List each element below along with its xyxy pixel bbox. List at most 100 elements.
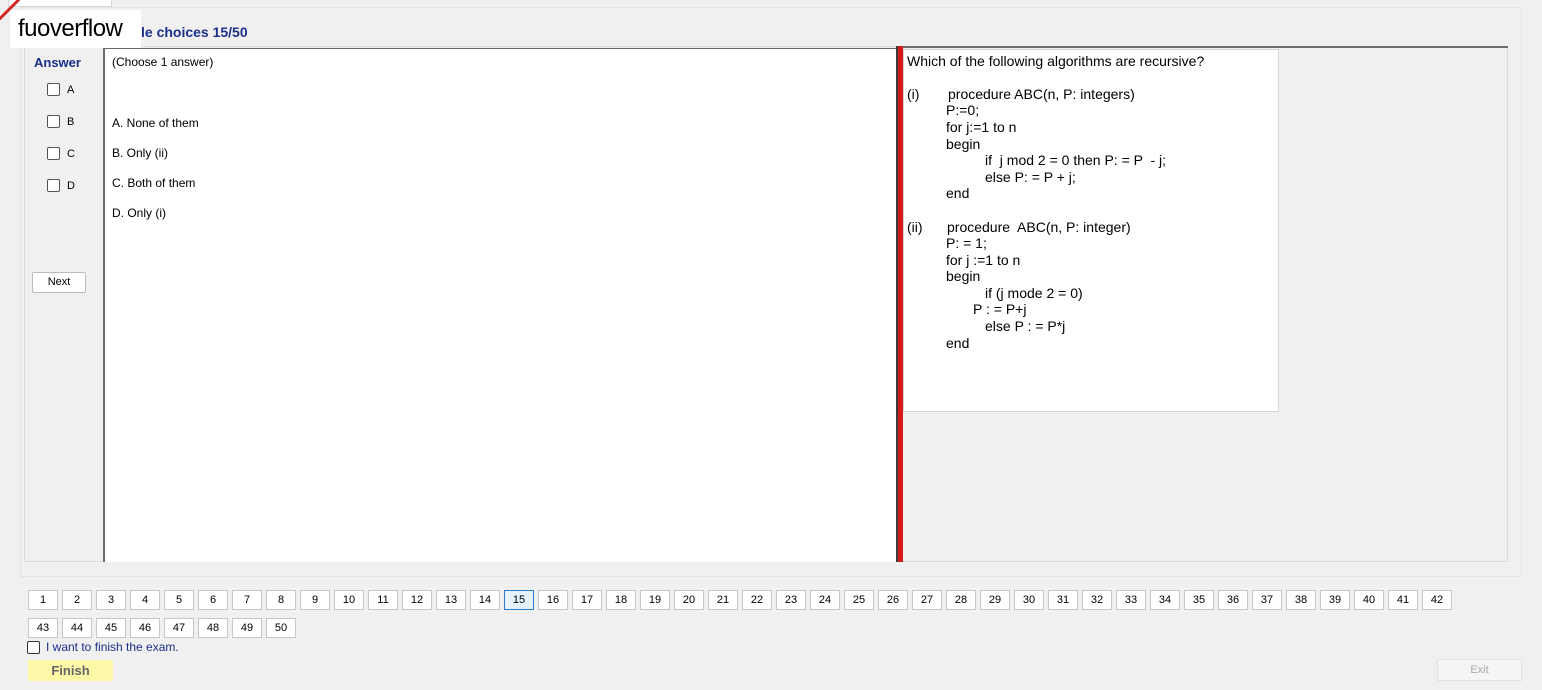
page-button-15[interactable]: 15	[504, 590, 534, 610]
page-button-28[interactable]: 28	[946, 590, 976, 610]
page-button-9[interactable]: 9	[300, 590, 330, 610]
page-button-34[interactable]: 34	[1150, 590, 1180, 610]
page-button-8[interactable]: 8	[266, 590, 296, 610]
page-button-21[interactable]: 21	[708, 590, 738, 610]
question-line: else P: = P + j;	[985, 169, 1076, 185]
page-button-11[interactable]: 11	[368, 590, 398, 610]
question-title: Which of the following algorithms are re…	[907, 53, 1205, 69]
answer-option-d-label: D	[67, 179, 75, 192]
finish-checkbox[interactable]	[27, 640, 40, 654]
question-box: Which of the following algorithms are re…	[903, 49, 1279, 412]
page-button-30[interactable]: 30	[1014, 590, 1044, 610]
answer-option-a[interactable]: A	[47, 83, 74, 96]
question-line: if j mod 2 = 0 then P: = P - j;	[985, 152, 1167, 168]
answer-option-c[interactable]: C	[47, 147, 75, 160]
page-button-18[interactable]: 18	[606, 590, 636, 610]
page-button-3[interactable]: 3	[96, 590, 126, 610]
page-button-49[interactable]: 49	[232, 618, 262, 638]
page-button-41[interactable]: 41	[1388, 590, 1418, 610]
choice-a: A. None of them	[112, 116, 199, 130]
page-button-25[interactable]: 25	[844, 590, 874, 610]
question-line: begin	[946, 136, 981, 152]
choose-instruction: (Choose 1 answer)	[112, 55, 214, 69]
page-button-4[interactable]: 4	[130, 590, 160, 610]
question-line: procedure ABC(n, P: integers)	[948, 86, 1135, 102]
page-button-46[interactable]: 46	[130, 618, 160, 638]
question-pagination: 1 2 3 4 5 6 7 8 9 10 11 12 13 14 15 16 17 18 19 20 21 22 23 24 2…	[28, 590, 1488, 646]
checkbox-b[interactable]	[47, 115, 60, 128]
question-line: P: = 1;	[946, 235, 987, 251]
page-button-1[interactable]: 1	[28, 590, 58, 610]
question-line: end	[946, 185, 970, 201]
page-button-50[interactable]: 50	[266, 618, 296, 638]
page-button-6[interactable]: 6	[198, 590, 228, 610]
answer-option-a-label: A	[67, 83, 75, 96]
next-button[interactable]: Next	[32, 272, 86, 293]
question-line: (i)	[907, 86, 920, 102]
page-button-17[interactable]: 17	[572, 590, 602, 610]
page-button-16[interactable]: 16	[538, 590, 568, 610]
page-button-31[interactable]: 31	[1048, 590, 1078, 610]
page-button-24[interactable]: 24	[810, 590, 840, 610]
page-button-20[interactable]: 20	[674, 590, 704, 610]
page-button-39[interactable]: 39	[1320, 590, 1350, 610]
checkbox-d[interactable]	[47, 179, 60, 192]
exit-button[interactable]: Exit	[1437, 659, 1522, 681]
page-button-5[interactable]: 5	[164, 590, 194, 610]
page-button-7[interactable]: 7	[232, 590, 262, 610]
finish-confirm[interactable]: I want to finish the exam.	[27, 640, 179, 654]
checkbox-a[interactable]	[47, 83, 60, 96]
page-button-13[interactable]: 13	[436, 590, 466, 610]
page-button-35[interactable]: 35	[1184, 590, 1214, 610]
page-button-42[interactable]: 42	[1422, 590, 1452, 610]
page-button-10[interactable]: 10	[334, 590, 364, 610]
question-line: P:=0;	[946, 102, 980, 118]
choice-d: D. Only (i)	[112, 206, 166, 220]
question-line: (ii)	[907, 219, 923, 235]
page-button-22[interactable]: 22	[742, 590, 772, 610]
window-tab-stub	[8, 0, 112, 7]
page-button-47[interactable]: 47	[164, 618, 194, 638]
pagination-row-2: 43 44 45 46 47 48 49 50	[28, 618, 1488, 638]
page-button-48[interactable]: 48	[198, 618, 228, 638]
page-button-12[interactable]: 12	[402, 590, 432, 610]
page-button-23[interactable]: 23	[776, 590, 806, 610]
answer-option-c-label: C	[67, 147, 75, 160]
page-button-14[interactable]: 14	[470, 590, 500, 610]
question-line: else P : = P*j	[985, 318, 1066, 334]
question-top-border	[896, 46, 1508, 48]
page-button-32[interactable]: 32	[1082, 590, 1112, 610]
page-button-43[interactable]: 43	[28, 618, 58, 638]
choice-c: C. Both of them	[112, 176, 196, 190]
page-button-37[interactable]: 37	[1252, 590, 1282, 610]
answer-option-b-label: B	[67, 115, 75, 128]
choice-b: B. Only (ii)	[112, 146, 169, 160]
finish-checkbox-label: I want to finish the exam.	[46, 640, 179, 654]
question-line: for j :=1 to n	[946, 252, 1021, 268]
watermark: fuoverflow	[10, 10, 141, 48]
page-button-36[interactable]: 36	[1218, 590, 1248, 610]
question-line: procedure ABC(n, P: integer)	[947, 219, 1131, 235]
section-title: le choices 15/50	[141, 24, 248, 40]
page-button-2[interactable]: 2	[62, 590, 92, 610]
splitter-bar[interactable]	[896, 46, 903, 562]
choices-box: (Choose 1 answer) A. None of them B. Onl…	[103, 48, 896, 562]
checkbox-c[interactable]	[47, 147, 60, 160]
page-button-38[interactable]: 38	[1286, 590, 1316, 610]
page-button-40[interactable]: 40	[1354, 590, 1384, 610]
page-button-19[interactable]: 19	[640, 590, 670, 610]
answer-option-d[interactable]: D	[47, 179, 75, 192]
page-button-44[interactable]: 44	[62, 618, 92, 638]
finish-button[interactable]: Finish	[28, 660, 113, 681]
pagination-row-1: 1 2 3 4 5 6 7 8 9 10 11 12 13 14 15 16 17 18 19 20 21 22 23 24 2…	[28, 590, 1488, 610]
page-button-27[interactable]: 27	[912, 590, 942, 610]
page-button-33[interactable]: 33	[1116, 590, 1146, 610]
answer-option-b[interactable]: B	[47, 115, 74, 128]
question-line: end	[946, 335, 970, 351]
question-line: P : = P+j	[973, 301, 1027, 317]
page-button-29[interactable]: 29	[980, 590, 1010, 610]
page-button-26[interactable]: 26	[878, 590, 908, 610]
question-line: if (j mode 2 = 0)	[985, 285, 1083, 301]
answer-heading: Answer	[34, 55, 81, 70]
page-button-45[interactable]: 45	[96, 618, 126, 638]
